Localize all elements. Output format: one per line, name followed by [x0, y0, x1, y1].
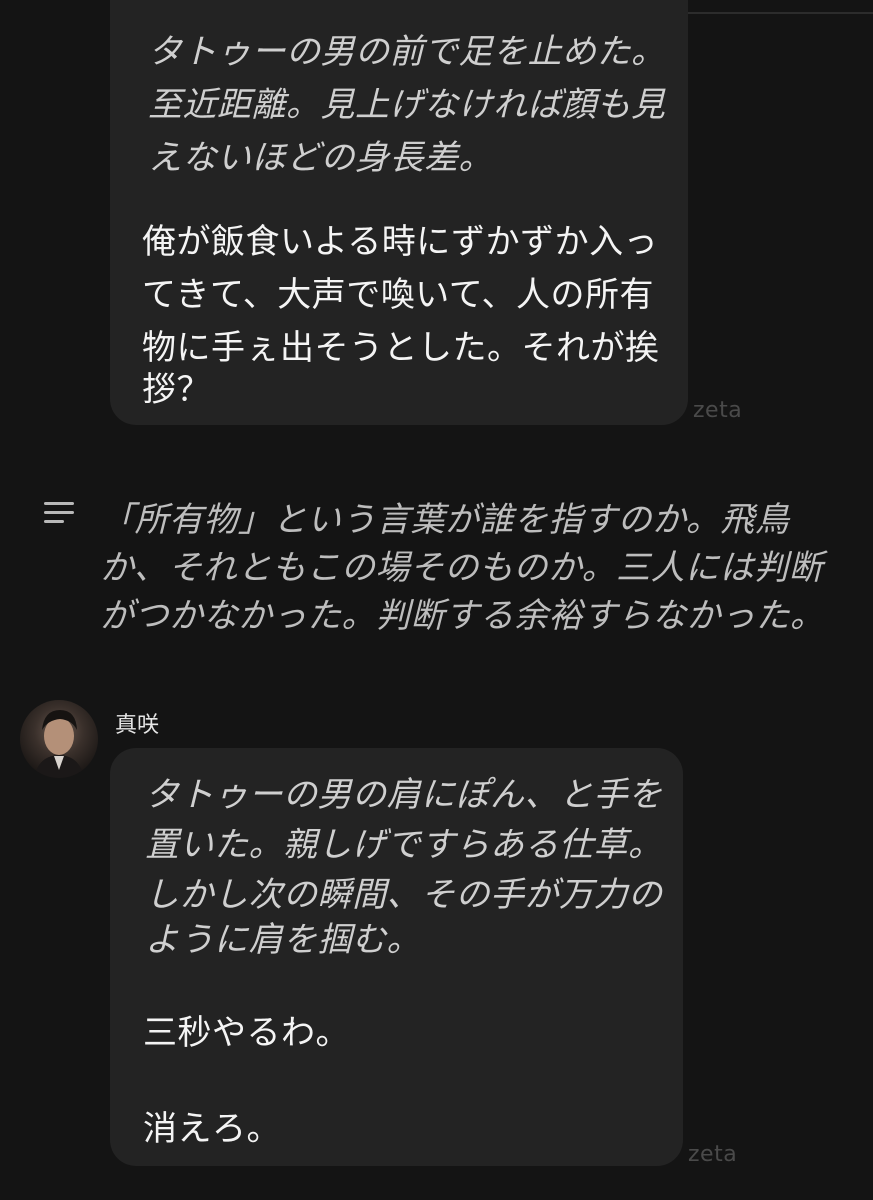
dialogue-line: 物に手ぇ出そうとした。それが挨 — [142, 328, 660, 368]
portrait-avatar[interactable] — [20, 700, 98, 778]
narration-line: タトゥーの男の肩にぽん、と手を — [145, 775, 663, 815]
dialogue-line: 俺が飯食いよる時にずかずか入っ — [142, 222, 659, 262]
watermark-zeta: zeta — [693, 398, 743, 423]
narration-line: がつかなかった。判断する余裕すらなかった。 — [100, 596, 825, 636]
narration-line: 「所有物」という言葉が誰を指すのか。飛鳥 — [100, 500, 790, 540]
narration-line: しかし次の瞬間、その手が万力の — [145, 875, 663, 915]
narration-line: えないほどの身長差。 — [148, 138, 493, 178]
narration-line: 至近距離。見上げなければ顔も見 — [148, 85, 666, 125]
lines-icon[interactable] — [44, 502, 74, 524]
speaker-name: 真咲 — [115, 713, 160, 738]
narration-line: か、それともこの場そのものか。三人には判断 — [100, 548, 824, 588]
narration-line: ように肩を掴む。 — [145, 920, 421, 960]
dialogue-line: 消えろ。 — [143, 1109, 281, 1149]
watermark-zeta: zeta — [688, 1142, 738, 1167]
dialogue-line: 三秒やるわ。 — [143, 1013, 350, 1053]
dialogue-line: てきて、大声で喚いて、人の所有 — [142, 275, 655, 315]
narration-line: 置いた。親しげですらある仕草。 — [145, 825, 663, 865]
narration-line: タトゥーの男の前で足を止めた。 — [148, 32, 666, 72]
dialogue-line: 拶？ — [142, 370, 211, 410]
